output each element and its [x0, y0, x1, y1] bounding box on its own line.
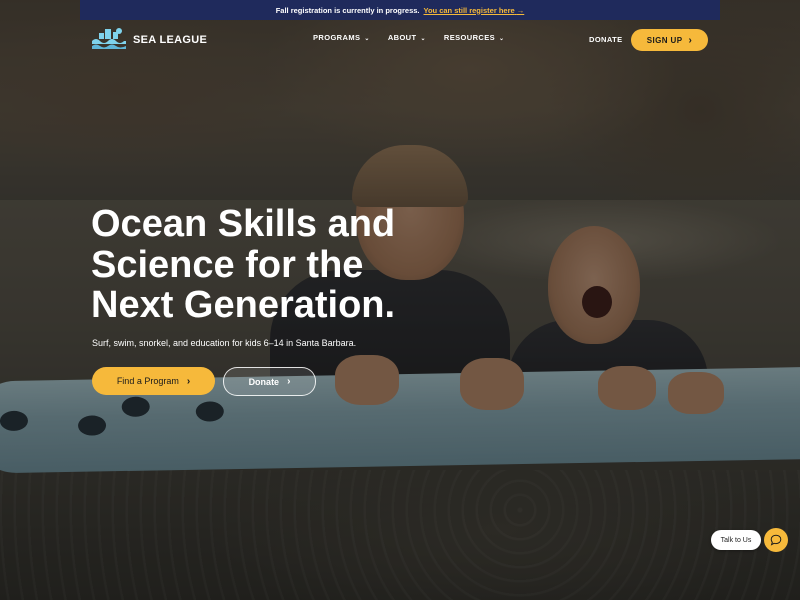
- nav-item-label: ABOUT: [387, 33, 417, 42]
- hero-title-line: Ocean Skills and: [91, 203, 396, 245]
- hero-subtitle: Surf, swim, snorkel, and education for k…: [92, 338, 357, 348]
- brand-name: SEA LEAGUE: [133, 34, 208, 46]
- nav-item-programs[interactable]: PROGRAMS ⌄: [313, 33, 370, 42]
- arrow-right-icon: →: [516, 5, 525, 15]
- main-nav: PROGRAMS ⌄ ABOUT ⌄ RESOURCES ⌄: [313, 33, 504, 42]
- header-donate-link[interactable]: DONATE: [589, 35, 623, 44]
- nav-item-resources[interactable]: RESOURCES ⌄: [444, 33, 505, 42]
- talk-to-us-label[interactable]: Talk to Us: [711, 530, 761, 550]
- donate-button[interactable]: Donate ›: [223, 367, 316, 396]
- signup-button[interactable]: SIGN UP ›: [631, 29, 708, 51]
- hero-title-line: Next Generation.: [91, 284, 396, 326]
- site-logo[interactable]: SEA LEAGUE: [91, 27, 207, 53]
- find-program-label: Find a Program: [116, 376, 179, 386]
- announcement-text: Fall registration is currently in progre…: [275, 5, 420, 15]
- chevron-down-icon: ⌄: [499, 36, 505, 42]
- nav-item-label: PROGRAMS: [313, 33, 361, 42]
- chat-button[interactable]: [764, 528, 788, 552]
- signup-label: SIGN UP: [646, 35, 683, 45]
- nav-item-label: RESOURCES: [443, 33, 496, 42]
- register-link-text: You can still register here: [423, 5, 515, 15]
- announcement-bar: Fall registration is currently in progre…: [80, 0, 720, 20]
- nav-item-about[interactable]: ABOUT ⌄: [388, 33, 426, 42]
- wave-castle-logo-icon: [92, 28, 126, 49]
- chevron-right-icon: ›: [688, 34, 693, 46]
- chevron-right-icon: ›: [186, 375, 191, 387]
- hero-title: Ocean Skills and Science for the Next Ge…: [91, 204, 491, 326]
- hero-title-line: Science for the: [91, 243, 364, 286]
- chevron-down-icon: ⌄: [364, 36, 370, 42]
- chat-bubble-icon: [770, 534, 782, 546]
- donate-label: Donate: [248, 376, 280, 387]
- chevron-right-icon: ›: [287, 376, 291, 387]
- register-link[interactable]: You can still register here →: [424, 6, 525, 15]
- chevron-down-icon: ⌄: [420, 36, 426, 42]
- find-program-button[interactable]: Find a Program ›: [92, 367, 215, 395]
